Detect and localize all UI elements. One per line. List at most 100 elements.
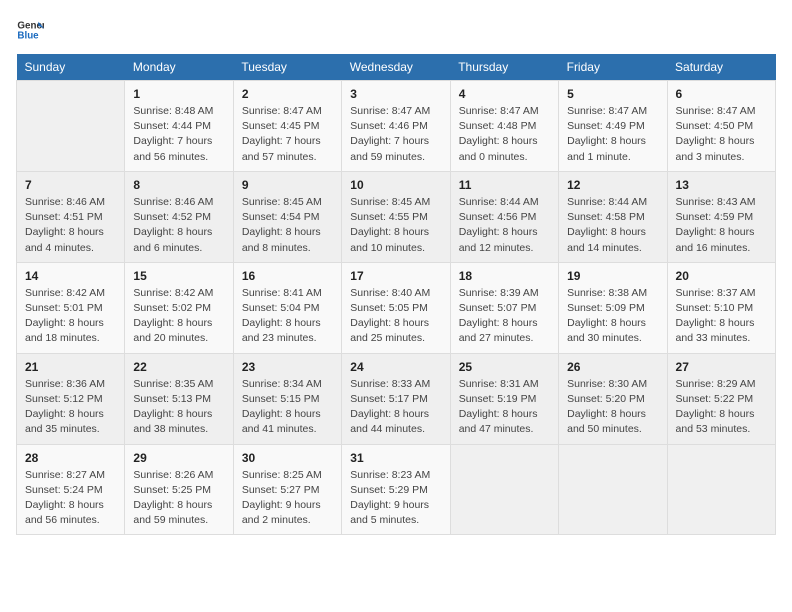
day-info: Sunrise: 8:45 AM Sunset: 4:54 PM Dayligh… <box>242 195 333 256</box>
day-info: Sunrise: 8:47 AM Sunset: 4:50 PM Dayligh… <box>676 104 767 165</box>
day-number: 30 <box>242 451 333 465</box>
calendar-cell: 14 Sunrise: 8:42 AM Sunset: 5:01 PM Dayli… <box>17 262 125 353</box>
week-row-3: 14 Sunrise: 8:42 AM Sunset: 5:01 PM Dayli… <box>17 262 776 353</box>
day-header-friday: Friday <box>559 54 667 81</box>
calendar-cell: 15 Sunrise: 8:42 AM Sunset: 5:02 PM Dayli… <box>125 262 233 353</box>
day-header-thursday: Thursday <box>450 54 558 81</box>
day-number: 19 <box>567 269 658 283</box>
day-number: 9 <box>242 178 333 192</box>
svg-text:Blue: Blue <box>17 30 39 41</box>
day-number: 20 <box>676 269 767 283</box>
logo: General Blue <box>16 16 44 44</box>
day-header-saturday: Saturday <box>667 54 775 81</box>
calendar-cell: 20 Sunrise: 8:37 AM Sunset: 5:10 PM Dayli… <box>667 262 775 353</box>
calendar-cell: 21 Sunrise: 8:36 AM Sunset: 5:12 PM Dayli… <box>17 353 125 444</box>
day-info: Sunrise: 8:38 AM Sunset: 5:09 PM Dayligh… <box>567 286 658 347</box>
calendar-cell: 28 Sunrise: 8:27 AM Sunset: 5:24 PM Dayli… <box>17 444 125 535</box>
day-header-sunday: Sunday <box>17 54 125 81</box>
day-number: 31 <box>350 451 441 465</box>
day-number: 7 <box>25 178 116 192</box>
day-number: 25 <box>459 360 550 374</box>
day-info: Sunrise: 8:41 AM Sunset: 5:04 PM Dayligh… <box>242 286 333 347</box>
calendar-cell: 27Sunrise: 8:29 AM Sunset: 5:22 PM Dayli… <box>667 353 775 444</box>
day-info: Sunrise: 8:44 AM Sunset: 4:56 PM Dayligh… <box>459 195 550 256</box>
day-header-tuesday: Tuesday <box>233 54 341 81</box>
day-info: Sunrise: 8:34 AM Sunset: 5:15 PM Dayligh… <box>242 377 333 438</box>
day-info: Sunrise: 8:47 AM Sunset: 4:49 PM Dayligh… <box>567 104 658 165</box>
day-number: 4 <box>459 87 550 101</box>
day-number: 6 <box>676 87 767 101</box>
calendar-cell: 6 Sunrise: 8:47 AM Sunset: 4:50 PM Daylig… <box>667 81 775 172</box>
day-number: 15 <box>133 269 224 283</box>
day-number: 5 <box>567 87 658 101</box>
calendar-cell: 19 Sunrise: 8:38 AM Sunset: 5:09 PM Dayli… <box>559 262 667 353</box>
day-info: Sunrise: 8:27 AM Sunset: 5:24 PM Dayligh… <box>25 468 116 529</box>
day-info: Sunrise: 8:37 AM Sunset: 5:10 PM Dayligh… <box>676 286 767 347</box>
calendar-cell <box>450 444 558 535</box>
calendar-cell: 31Sunrise: 8:23 AM Sunset: 5:29 PM Dayli… <box>342 444 450 535</box>
calendar-cell: 16 Sunrise: 8:41 AM Sunset: 5:04 PM Dayli… <box>233 262 341 353</box>
day-info: Sunrise: 8:47 AM Sunset: 4:48 PM Dayligh… <box>459 104 550 165</box>
calendar-cell: 22 Sunrise: 8:35 AM Sunset: 5:13 PM Dayli… <box>125 353 233 444</box>
logo-icon: General Blue <box>16 16 44 44</box>
calendar-cell: 1 Sunrise: 8:48 AM Sunset: 4:44 PM Daylig… <box>125 81 233 172</box>
day-number: 18 <box>459 269 550 283</box>
day-number: 16 <box>242 269 333 283</box>
day-info: Sunrise: 8:35 AM Sunset: 5:13 PM Dayligh… <box>133 377 224 438</box>
day-info: Sunrise: 8:43 AM Sunset: 4:59 PM Dayligh… <box>676 195 767 256</box>
day-info: Sunrise: 8:39 AM Sunset: 5:07 PM Dayligh… <box>459 286 550 347</box>
day-number: 17 <box>350 269 441 283</box>
calendar-cell: 12 Sunrise: 8:44 AM Sunset: 4:58 PM Dayli… <box>559 171 667 262</box>
day-header-wednesday: Wednesday <box>342 54 450 81</box>
day-number: 13 <box>676 178 767 192</box>
day-info: Sunrise: 8:30 AM Sunset: 5:20 PM Dayligh… <box>567 377 658 438</box>
calendar-cell: 4 Sunrise: 8:47 AM Sunset: 4:48 PM Daylig… <box>450 81 558 172</box>
week-row-5: 28 Sunrise: 8:27 AM Sunset: 5:24 PM Dayli… <box>17 444 776 535</box>
day-info: Sunrise: 8:44 AM Sunset: 4:58 PM Dayligh… <box>567 195 658 256</box>
day-number: 29 <box>133 451 224 465</box>
calendar-cell: 17 Sunrise: 8:40 AM Sunset: 5:05 PM Dayli… <box>342 262 450 353</box>
calendar-cell: 23 Sunrise: 8:34 AM Sunset: 5:15 PM Dayli… <box>233 353 341 444</box>
calendar-cell: 11 Sunrise: 8:44 AM Sunset: 4:56 PM Dayli… <box>450 171 558 262</box>
day-info: Sunrise: 8:45 AM Sunset: 4:55 PM Dayligh… <box>350 195 441 256</box>
day-info: Sunrise: 8:47 AM Sunset: 4:45 PM Dayligh… <box>242 104 333 165</box>
day-info: Sunrise: 8:47 AM Sunset: 4:46 PM Dayligh… <box>350 104 441 165</box>
day-number: 24 <box>350 360 441 374</box>
calendar-cell <box>17 81 125 172</box>
day-number: 3 <box>350 87 441 101</box>
day-info: Sunrise: 8:29 AM Sunset: 5:22 PM Dayligh… <box>676 377 767 438</box>
day-number: 28 <box>25 451 116 465</box>
calendar-cell: 9 Sunrise: 8:45 AM Sunset: 4:54 PM Daylig… <box>233 171 341 262</box>
day-number: 2 <box>242 87 333 101</box>
day-info: Sunrise: 8:26 AM Sunset: 5:25 PM Dayligh… <box>133 468 224 529</box>
calendar-cell: 25 Sunrise: 8:31 AM Sunset: 5:19 PM Dayli… <box>450 353 558 444</box>
calendar-cell <box>559 444 667 535</box>
day-number: 11 <box>459 178 550 192</box>
week-row-4: 21 Sunrise: 8:36 AM Sunset: 5:12 PM Dayli… <box>17 353 776 444</box>
day-number: 8 <box>133 178 224 192</box>
day-info: Sunrise: 8:42 AM Sunset: 5:01 PM Dayligh… <box>25 286 116 347</box>
day-number: 23 <box>242 360 333 374</box>
week-row-1: 1 Sunrise: 8:48 AM Sunset: 4:44 PM Daylig… <box>17 81 776 172</box>
day-info: Sunrise: 8:25 AM Sunset: 5:27 PM Dayligh… <box>242 468 333 529</box>
day-info: Sunrise: 8:31 AM Sunset: 5:19 PM Dayligh… <box>459 377 550 438</box>
day-info: Sunrise: 8:40 AM Sunset: 5:05 PM Dayligh… <box>350 286 441 347</box>
calendar-cell: 29 Sunrise: 8:26 AM Sunset: 5:25 PM Dayli… <box>125 444 233 535</box>
day-number: 1 <box>133 87 224 101</box>
day-info: Sunrise: 8:46 AM Sunset: 4:51 PM Dayligh… <box>25 195 116 256</box>
day-number: 14 <box>25 269 116 283</box>
day-info: Sunrise: 8:33 AM Sunset: 5:17 PM Dayligh… <box>350 377 441 438</box>
calendar-cell: 24 Sunrise: 8:33 AM Sunset: 5:17 PM Dayli… <box>342 353 450 444</box>
calendar-cell: 18 Sunrise: 8:39 AM Sunset: 5:07 PM Dayli… <box>450 262 558 353</box>
calendar-cell: 7 Sunrise: 8:46 AM Sunset: 4:51 PM Daylig… <box>17 171 125 262</box>
day-info: Sunrise: 8:42 AM Sunset: 5:02 PM Dayligh… <box>133 286 224 347</box>
day-info: Sunrise: 8:48 AM Sunset: 4:44 PM Dayligh… <box>133 104 224 165</box>
day-number: 22 <box>133 360 224 374</box>
day-number: 12 <box>567 178 658 192</box>
calendar-cell <box>667 444 775 535</box>
calendar-cell: 3 Sunrise: 8:47 AM Sunset: 4:46 PM Daylig… <box>342 81 450 172</box>
header: General Blue <box>16 16 776 44</box>
calendar-cell: 2 Sunrise: 8:47 AM Sunset: 4:45 PM Daylig… <box>233 81 341 172</box>
day-number: 21 <box>25 360 116 374</box>
day-info: Sunrise: 8:36 AM Sunset: 5:12 PM Dayligh… <box>25 377 116 438</box>
